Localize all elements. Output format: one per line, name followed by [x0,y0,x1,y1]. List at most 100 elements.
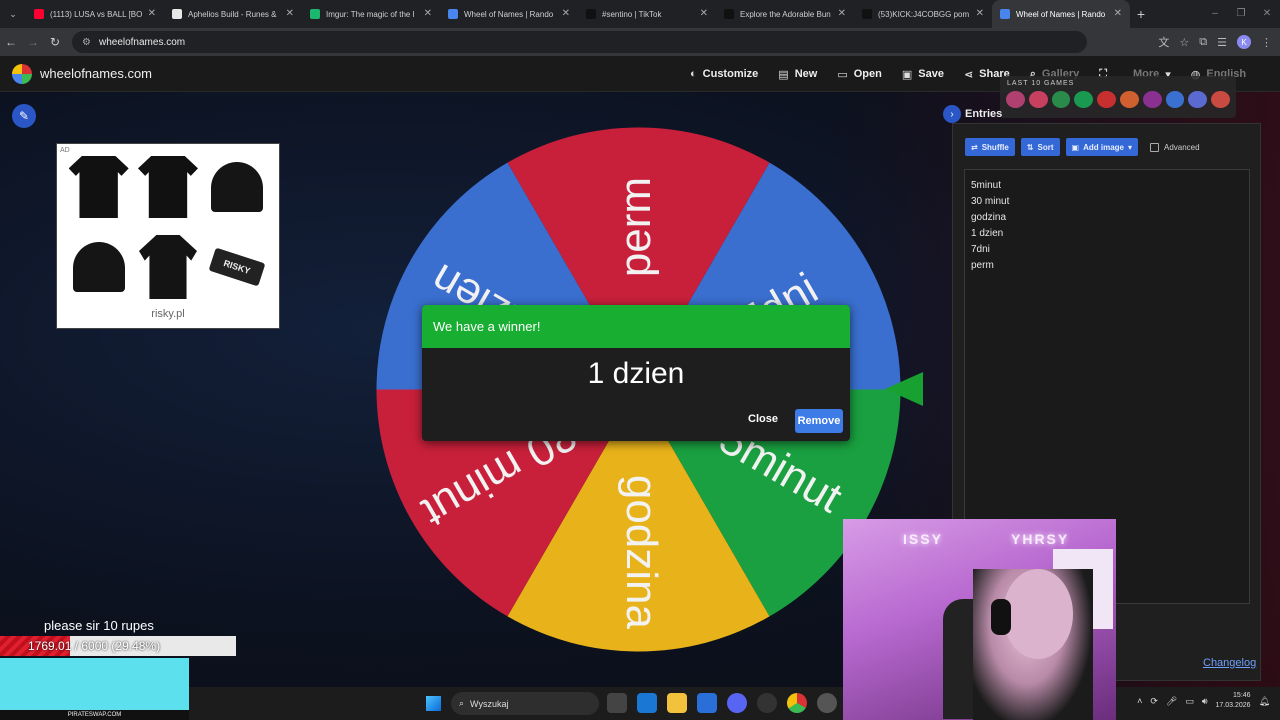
game-thumbnail[interactable] [1074,91,1094,108]
new-tab-button[interactable]: + [1130,6,1152,22]
game-thumbnail[interactable] [1165,91,1185,108]
entries-toggle[interactable]: › Entries [943,105,1002,123]
menu-label: New [794,68,818,80]
game-thumbnail[interactable] [1188,91,1208,108]
menu-label: Save [918,68,944,80]
folder-icon: ▭ [837,68,848,81]
browser-tab[interactable]: (1113) LUSA vs BALL [BO ✕ [26,0,164,28]
donation-goal: please sir 10 rupes 1769.01 / 6000 (29.4… [0,616,236,658]
menu-save-button[interactable]: ▣ Save [902,68,944,81]
tab-title: #sentino | TikTok [602,9,662,19]
tab-title: Wheel of Names | Rando [1016,9,1106,19]
entries-tab-label: Entries [965,108,1003,120]
tab-favicon-icon [724,9,734,19]
browser-tab[interactable]: Explore the Adorable Bun ✕ [716,0,854,28]
chevron-right-icon: › [943,105,961,123]
url-bar[interactable]: ⚙ wheelofnames.com [72,31,1087,53]
tab-close-icon[interactable]: ✕ [424,8,432,19]
shuffle-icon: ⇄ [971,142,978,152]
remove-button[interactable]: Remove [795,409,843,433]
advanced-checkbox[interactable]: Advanced [1150,142,1200,152]
chrome-icon[interactable] [787,693,807,713]
tab-close-icon[interactable]: ✕ [976,8,984,19]
edit-pencil-icon[interactable]: ✎ [12,104,36,128]
close-button[interactable]: Close [748,413,778,425]
tab-title: (53)KICK:J4COBGG pom [878,9,970,19]
maximize-icon[interactable]: ❐ [1228,0,1254,28]
reading-list-icon[interactable]: ☰ [1217,36,1227,49]
notification-icon[interactable]: 🔔︎ [1259,696,1270,707]
changelog-link[interactable]: Changelog [1203,657,1256,669]
site-logo[interactable]: wheelofnames.com [12,63,152,84]
game-thumbnail[interactable] [1119,91,1139,108]
ad-keychain-image: RISKY [206,230,269,304]
game-thumbnail[interactable] [1211,91,1230,108]
site-name: wheelofnames.com [40,66,152,81]
network-icon[interactable]: ▭ [1185,696,1194,707]
tray-arrow-icon[interactable]: ˄ [1137,696,1142,706]
game-thumbnail[interactable] [1028,91,1048,108]
ad-shirt-image [67,150,130,224]
browser-tab[interactable]: Wheel of Names | Rando ✕ [440,0,578,28]
clock-time: 15:46 [1233,692,1251,699]
bookmark-star-icon[interactable]: ☆ [1179,36,1189,49]
tab-close-icon[interactable]: ✕ [148,8,156,19]
site-info-icon[interactable]: ⚙ [82,37,91,48]
menu-new-button[interactable]: ▤ New [778,68,817,81]
game-thumbnail[interactable] [1142,91,1162,108]
game-thumbnail[interactable] [1006,91,1025,108]
task-view-icon[interactable] [607,693,627,713]
obs-icon[interactable] [757,693,777,713]
game-thumbnail[interactable] [1097,91,1116,108]
overlay-banner: PIRATESWAP.COM [0,658,189,720]
translate-icon[interactable]: 文 [1158,34,1169,50]
tab-close-icon[interactable]: ✕ [700,8,708,19]
tab-close-icon[interactable]: ✕ [562,8,570,19]
clock-date: 17.03.2026 [1215,702,1251,709]
back-icon[interactable]: ← [0,35,22,49]
tab-close-icon[interactable]: ✕ [838,8,846,19]
store-icon[interactable] [697,693,717,713]
windows-start-icon[interactable] [426,696,441,711]
browser-tab[interactable]: Imgur: The magic of the I ✕ [302,0,440,28]
wheel-slice-label: perm [611,177,660,277]
sort-button[interactable]: ⇅ Sort [1020,138,1060,156]
entry-line: perm [971,260,994,271]
discord-icon[interactable] [727,693,747,713]
browser-tab[interactable]: Wheel of Names | Rando ✕ [992,0,1130,28]
forward-icon[interactable]: → [22,35,44,49]
browser-tab[interactable]: Aphelios Build - Runes & ✕ [164,0,302,28]
overlay-banner-caption: PIRATESWAP.COM [0,710,189,720]
browser-menu-icon[interactable]: ⋮ [1261,36,1272,49]
minimize-icon[interactable]: – [1202,0,1228,28]
browser-tab[interactable]: (53)KICK:J4COBGG pom ✕ [854,0,992,28]
tab-search-icon[interactable]: ⌄ [0,0,26,28]
clock[interactable]: 15:46 17.03.2026 [1216,691,1251,711]
extensions-icon[interactable]: ⧉ [1199,36,1207,49]
menu-open-button[interactable]: ▭ Open [837,68,882,81]
tab-close-icon[interactable]: ✕ [286,8,294,19]
tab-title: Wheel of Names | Rando [464,9,554,19]
close-window-icon[interactable]: ✕ [1254,0,1280,28]
shuffle-button[interactable]: ⇄ Shuffle [965,138,1015,156]
chevron-down-icon: ▾ [1127,142,1132,152]
advertisement[interactable]: AD RISKY risky.pl [56,143,280,329]
menu-customize-button[interactable]: ◐ Customize [690,68,758,80]
taskbar-search[interactable]: ⌕ Wyszukaj [451,692,599,715]
file-explorer-icon[interactable] [667,693,687,713]
address-bar-row: ← → ↻ ⚙ wheelofnames.com 文 ☆ ⧉ ☰ K ⋮ [0,28,1280,56]
volume-icon[interactable]: 🔊︎ [1202,696,1208,707]
add-image-button[interactable]: ▣ Add image ▾ [1065,138,1138,156]
game-thumbnail[interactable] [1051,91,1071,108]
outlook-icon[interactable] [637,693,657,713]
profile-avatar[interactable]: K [1237,35,1251,49]
entry-line: 5minut [971,180,1002,191]
tab-close-icon[interactable]: ✕ [1114,8,1122,19]
browser-tab[interactable]: #sentino | TikTok ✕ [578,0,716,28]
sync-icon[interactable]: ⟳ [1150,696,1158,707]
mic-icon[interactable]: 🎤︎ [1166,696,1177,707]
reload-icon[interactable]: ↻ [44,35,66,49]
last-10-games-label: LAST 10 GAMES [1007,80,1075,87]
app-icon[interactable] [817,693,837,713]
tab-favicon-icon [34,9,44,19]
